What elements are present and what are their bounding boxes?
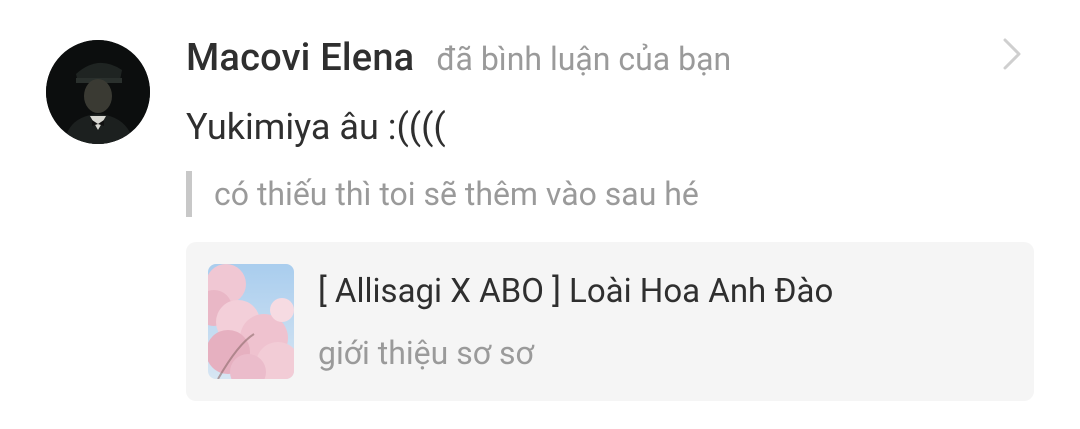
story-cover-image <box>208 264 294 379</box>
story-title: [ Allisagi X ABO ] Loài Hoa Anh Đào <box>318 272 834 311</box>
quote-bar <box>186 171 192 217</box>
header-line: Macovi Elena đã bình luận của bạn <box>186 36 731 82</box>
quoted-text: có thiếu thì toi sẽ thêm vào sau hé <box>214 175 699 213</box>
notification-row[interactable]: Macovi Elena đã bình luận của bạn Yukimi… <box>0 0 1080 429</box>
user-avatar[interactable] <box>46 40 150 144</box>
user-name[interactable]: Macovi Elena <box>186 36 414 80</box>
story-description: giới thiệu sơ sơ <box>318 334 534 372</box>
comment-text: Yukimiya âu :(((( <box>186 106 446 148</box>
story-card[interactable]: [ Allisagi X ABO ] Loài Hoa Anh Đào giới… <box>186 242 1034 401</box>
quoted-comment: có thiếu thì toi sẽ thêm vào sau hé <box>186 171 699 217</box>
chevron-right-icon[interactable] <box>996 36 1026 72</box>
action-text: đã bình luận của bạn <box>436 40 732 78</box>
